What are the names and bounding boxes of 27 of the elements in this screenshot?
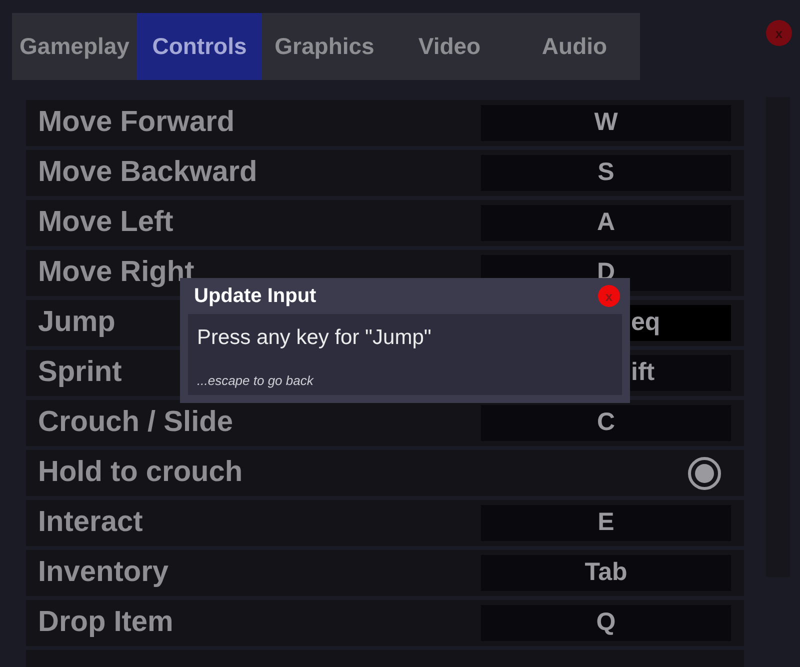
tab[interactable]: Audio	[512, 13, 637, 80]
action-label: Hold to crouch	[38, 455, 243, 490]
dialog-title: Update Input	[194, 284, 316, 309]
action-label: Sprint	[38, 355, 122, 390]
key-binding-field[interactable]: S	[481, 155, 731, 191]
key-binding-field[interactable]: Q	[481, 605, 731, 641]
action-label: Inventory	[38, 555, 169, 590]
action-label: Drop Item	[38, 605, 174, 640]
action-label: Move Right	[38, 255, 194, 290]
action-label: Move Left	[38, 205, 174, 240]
action-label: Interact	[38, 505, 143, 540]
dialog-hint: ...escape to go back	[197, 372, 315, 390]
key-binding-field[interactable]: W	[481, 105, 731, 141]
action-label: Move Forward	[38, 105, 235, 140]
tab[interactable]: Video	[387, 13, 512, 80]
dialog-message: Press any key for "Jump"	[197, 325, 432, 351]
action-label: Crouch / Slide	[38, 405, 233, 440]
tab[interactable]: Gameplay	[12, 13, 137, 80]
key-binding-field[interactable]: A	[481, 205, 731, 241]
tab[interactable]: Graphics	[262, 13, 387, 80]
key-binding-field[interactable]: E	[481, 505, 731, 541]
key-binding-field[interactable]: C	[481, 405, 731, 441]
action-label: Jump	[38, 305, 116, 340]
action-label: Move Backward	[38, 155, 258, 190]
tab[interactable]: Controls	[137, 13, 262, 80]
key-binding-field[interactable]: Tab	[481, 555, 731, 591]
radio-button[interactable]	[688, 456, 721, 490]
